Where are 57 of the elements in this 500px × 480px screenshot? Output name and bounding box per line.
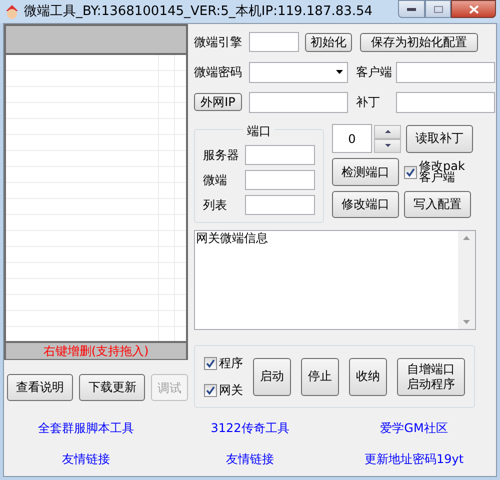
password-dropdown[interactable] [249,62,348,82]
list-hint: 右键增删(支持拖入) [4,343,188,360]
field-label: 微端 [203,172,228,189]
link[interactable]: 全套群服脚本工具 [38,418,134,438]
port-field[interactable] [245,195,315,215]
init-button[interactable]: 初始化 [305,32,352,52]
link[interactable]: 友情链接 [226,449,274,469]
field-label: 微端密码 [194,64,243,81]
spin-up-button[interactable] [374,124,401,138]
save-config-button[interactable]: 保存为初始化配置 [360,32,478,52]
button[interactable]: 启动 [253,358,291,396]
checkbox[interactable] [404,166,417,178]
button[interactable]: 下载更新 [79,374,146,401]
link[interactable]: 爱学GM社区 [380,418,448,438]
spin-down-button[interactable] [374,138,401,152]
client-field[interactable] [396,62,495,82]
field-label: 微端引擎 [194,34,243,51]
button[interactable]: 停止 [301,358,339,396]
button[interactable]: 查看说明 [7,374,74,401]
patch-field[interactable] [396,92,495,112]
down-arrow-icon [463,320,470,324]
scrollbar[interactable] [458,231,475,329]
window-title: 微端工具_BY:1368100145_VER:5_本机IP:119.187.83.54 [24,2,373,21]
read-patch-button[interactable]: 读取补丁 [406,124,473,152]
close-icon [468,4,478,14]
modify-port-button[interactable]: 修改端口 [332,191,399,218]
checkbox-label: 程序 [219,355,243,372]
close-button[interactable] [451,0,496,18]
info-textarea[interactable]: 网关微端信息 [194,230,476,330]
button[interactable]: 收纳 [349,358,387,396]
field-label: 服务器 [203,147,240,164]
minimize-button[interactable] [398,0,425,18]
field-label: 补丁 [356,94,381,111]
checkbox[interactable] [204,384,217,396]
checkbox-label: 修改pak客户端 [419,161,466,183]
port-field[interactable] [245,170,315,190]
dropdown-arrow-icon [336,70,343,74]
checkbox-label: 网关 [219,382,243,399]
engine-field[interactable] [249,32,299,52]
link[interactable]: 3122传奇工具 [210,418,290,438]
write-config-button[interactable]: 写入配置 [404,191,471,218]
link[interactable]: 友情链接 [62,449,110,469]
external-ip-button[interactable]: 外网IP [194,93,242,111]
field-label: 客户端 [356,64,393,81]
port-field[interactable] [245,145,315,165]
port-spinner[interactable]: 0 [332,124,372,153]
field-label: 列表 [203,197,228,214]
mascot-icon [4,4,20,20]
link[interactable]: 更新地址密码19yt [364,449,464,469]
checkbox[interactable] [204,356,217,370]
file-list[interactable] [4,24,188,343]
check-port-button[interactable]: 检测端口 [332,158,399,186]
button[interactable]: 自增端口启动程序 [397,358,465,396]
up-arrow-icon [384,130,390,133]
up-arrow-icon [463,236,470,240]
down-arrow-icon [384,144,390,147]
ip-field[interactable] [249,92,348,112]
